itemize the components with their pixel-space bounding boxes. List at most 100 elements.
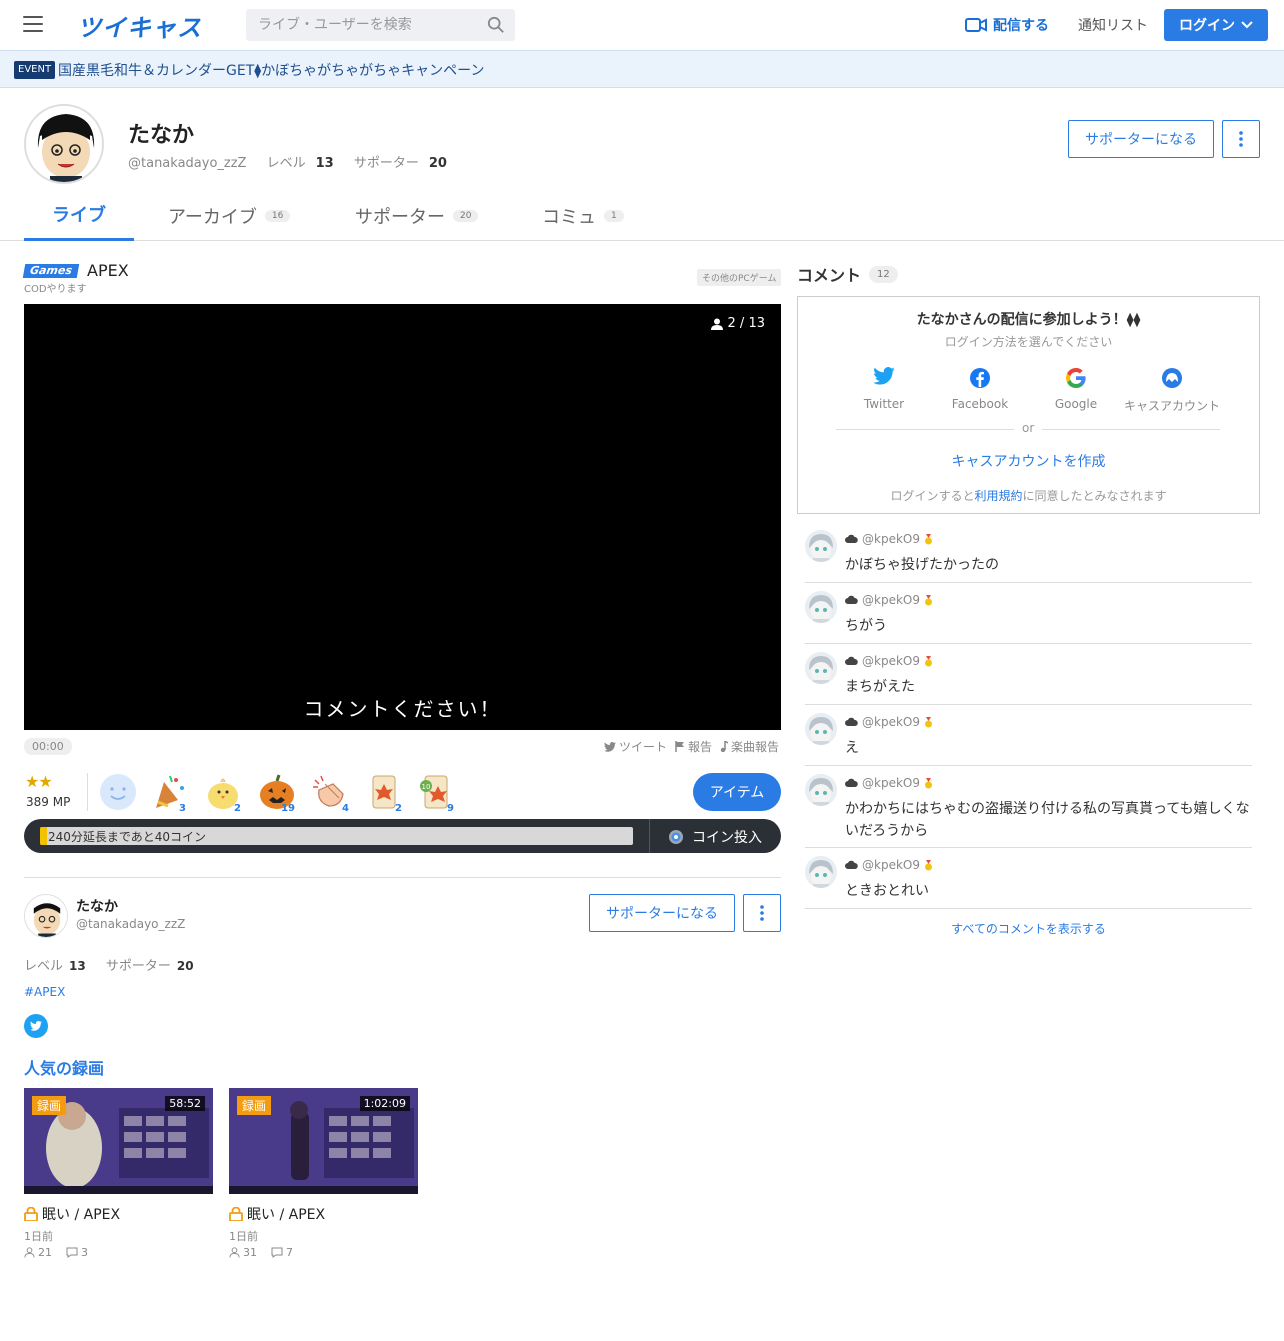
popular-recordings-title: 人気の録画	[24, 1059, 105, 1078]
terms-link[interactable]: 利用規約	[974, 489, 1022, 503]
gift-pumpkin[interactable]: 19	[257, 772, 297, 814]
broadcaster-handle: @tanakadayo_zzZ	[76, 917, 186, 931]
coin-bar: 240分延長まであと40コイン コイン投入	[24, 819, 781, 853]
login-facebook[interactable]: Facebook	[932, 367, 1028, 411]
medal-icon	[924, 533, 932, 544]
tab-community[interactable]: コミュ 1	[542, 196, 624, 241]
more-options-button[interactable]	[1222, 120, 1260, 158]
commenter-info[interactable]: @kpekO9	[845, 532, 933, 546]
gift-count: 19	[281, 803, 295, 814]
commenter-avatar[interactable]	[805, 652, 837, 684]
commenter-info[interactable]: @kpekO9	[845, 858, 933, 872]
create-account-link[interactable]: キャスアカウントを作成	[798, 451, 1259, 471]
more-options-button[interactable]	[743, 894, 781, 932]
login-button[interactable]: ログイン	[1164, 9, 1268, 41]
facebook-icon	[970, 368, 990, 388]
site-logo[interactable]: ツイキャス	[77, 8, 202, 43]
event-banner[interactable]: EVENT 国産黒毛和牛＆カレンダーGET⧫かぼちゃがちゃがちゃキャンペーン	[0, 50, 1284, 88]
games-badge: Games	[22, 264, 80, 278]
recording-card[interactable]: 録画 58:52 眠い / APEX 1日前 21 3	[24, 1088, 213, 1259]
item-button[interactable]: アイテム	[693, 773, 781, 811]
twitter-profile-link[interactable]	[24, 1014, 48, 1038]
commenter-avatar[interactable]	[805, 774, 837, 806]
recording-card[interactable]: 録画 1:02:09 眠い / APEX 1日前 31 7	[229, 1088, 418, 1259]
broadcast-link[interactable]: 配信する	[965, 15, 1049, 35]
music-report-link[interactable]: 楽曲報告	[720, 738, 779, 755]
recording-title-row[interactable]: 眠い / APEX	[229, 1204, 418, 1224]
level-value: 13	[315, 156, 334, 171]
comment-icon	[271, 1247, 283, 1258]
commenter-info[interactable]: @kpekO9	[845, 654, 933, 668]
lock-icon	[229, 1207, 243, 1221]
recording-date: 1日前	[24, 1230, 53, 1243]
profile-name: たなか	[128, 123, 195, 148]
recording-badge: 録画	[237, 1096, 272, 1115]
medal-icon	[924, 777, 932, 788]
search-icon[interactable]	[487, 16, 505, 34]
event-badge: EVENT	[14, 61, 56, 79]
insert-coin-button[interactable]: コイン投入	[668, 827, 762, 847]
event-text[interactable]: 国産黒毛和牛＆カレンダーGET⧫かぼちゃがちゃがちゃキャンペーン	[58, 60, 484, 80]
category-tag[interactable]: その他のPCゲーム	[697, 269, 782, 286]
commenter-avatar[interactable]	[805, 856, 837, 888]
gift-clap[interactable]: 4	[311, 772, 351, 814]
report-link[interactable]: 報告	[675, 738, 712, 755]
gift-party[interactable]: 3	[148, 772, 188, 814]
search-box	[246, 9, 515, 41]
comment-item: @kpekO9 かぼちゃ投げたかったの	[805, 530, 1252, 583]
divider	[87, 773, 88, 811]
login-cas-account[interactable]: キャスアカウント	[1124, 367, 1220, 414]
provider-label: Twitter	[863, 397, 905, 411]
gift-leaf-ten[interactable]: 10 9	[416, 772, 456, 814]
recording-title: 眠い / APEX	[42, 1207, 121, 1223]
recording-title-row[interactable]: 眠い / APEX	[24, 1204, 213, 1224]
profile-avatar[interactable]	[24, 104, 104, 184]
commenter-info[interactable]: @kpekO9	[845, 776, 933, 790]
broadcaster-avatar[interactable]	[24, 894, 68, 938]
video-player[interactable]: 2 / 13 コメントください！	[24, 304, 781, 730]
coin-progress-text: 240分延長まであと40コイン	[48, 830, 207, 844]
gift-smile[interactable]	[98, 772, 138, 812]
tab-supporters[interactable]: サポーター 20	[355, 196, 479, 241]
medal-icon	[924, 655, 932, 666]
notification-list-link[interactable]: 通知リスト	[1078, 15, 1148, 35]
google-icon	[1066, 368, 1086, 388]
tab-live[interactable]: ライブ	[24, 196, 134, 241]
commenter-info[interactable]: @kpekO9	[845, 715, 933, 729]
login-google[interactable]: Google	[1028, 367, 1124, 411]
gift-chick[interactable]: 2	[203, 772, 243, 814]
search-input[interactable]	[246, 9, 466, 41]
commenter-avatar[interactable]	[805, 591, 837, 623]
profile-handle: @tanakadayo_zzZ	[128, 156, 247, 171]
login-prompt-subtitle: ログイン方法を選んでください	[944, 335, 1113, 349]
recording-thumbnail[interactable]: 録画 58:52	[24, 1088, 213, 1194]
menu-icon[interactable]	[23, 16, 43, 32]
provider-label: Google	[1054, 397, 1098, 411]
tab-archive[interactable]: アーカイブ 16	[168, 196, 291, 241]
report-label: 報告	[688, 740, 713, 754]
commenter-info[interactable]: @kpekO9	[845, 593, 933, 607]
login-prompt: たなかさんの配信に参加しよう！⧫⧫ ログイン方法を選んでください Twitter…	[797, 296, 1260, 514]
supporter-count: 20	[428, 156, 447, 171]
viewer-count: 2 / 13	[710, 316, 765, 331]
twitter-icon	[873, 367, 895, 385]
login-twitter[interactable]: Twitter	[836, 367, 932, 411]
support-button[interactable]: サポーターになる	[1068, 120, 1214, 158]
broadcaster-name[interactable]: たなか	[76, 896, 118, 916]
gift-count: 9	[447, 803, 454, 814]
gift-leaf-card[interactable]: 2	[364, 772, 404, 814]
comment-item: @kpekO9 まちがえた	[805, 652, 1252, 705]
commenter-avatar[interactable]	[805, 530, 837, 562]
commenter-avatar[interactable]	[805, 713, 837, 745]
terms-notice: ログインすると利用規約に同意したとみなされます	[798, 487, 1259, 504]
cloud-icon	[845, 778, 858, 787]
kebab-icon	[760, 905, 764, 921]
level-label: レベル	[266, 156, 306, 171]
support-button[interactable]: サポーターになる	[589, 894, 735, 932]
show-all-comments-link[interactable]: すべてのコメントを表示する	[805, 920, 1252, 937]
hashtag-link[interactable]: #APEX	[24, 985, 65, 999]
person-icon	[710, 318, 723, 330]
tweet-link[interactable]: ツイート	[604, 738, 667, 755]
recording-thumbnail[interactable]: 録画 1:02:09	[229, 1088, 418, 1194]
comment-item: @kpekO9 ちがう	[805, 591, 1252, 644]
